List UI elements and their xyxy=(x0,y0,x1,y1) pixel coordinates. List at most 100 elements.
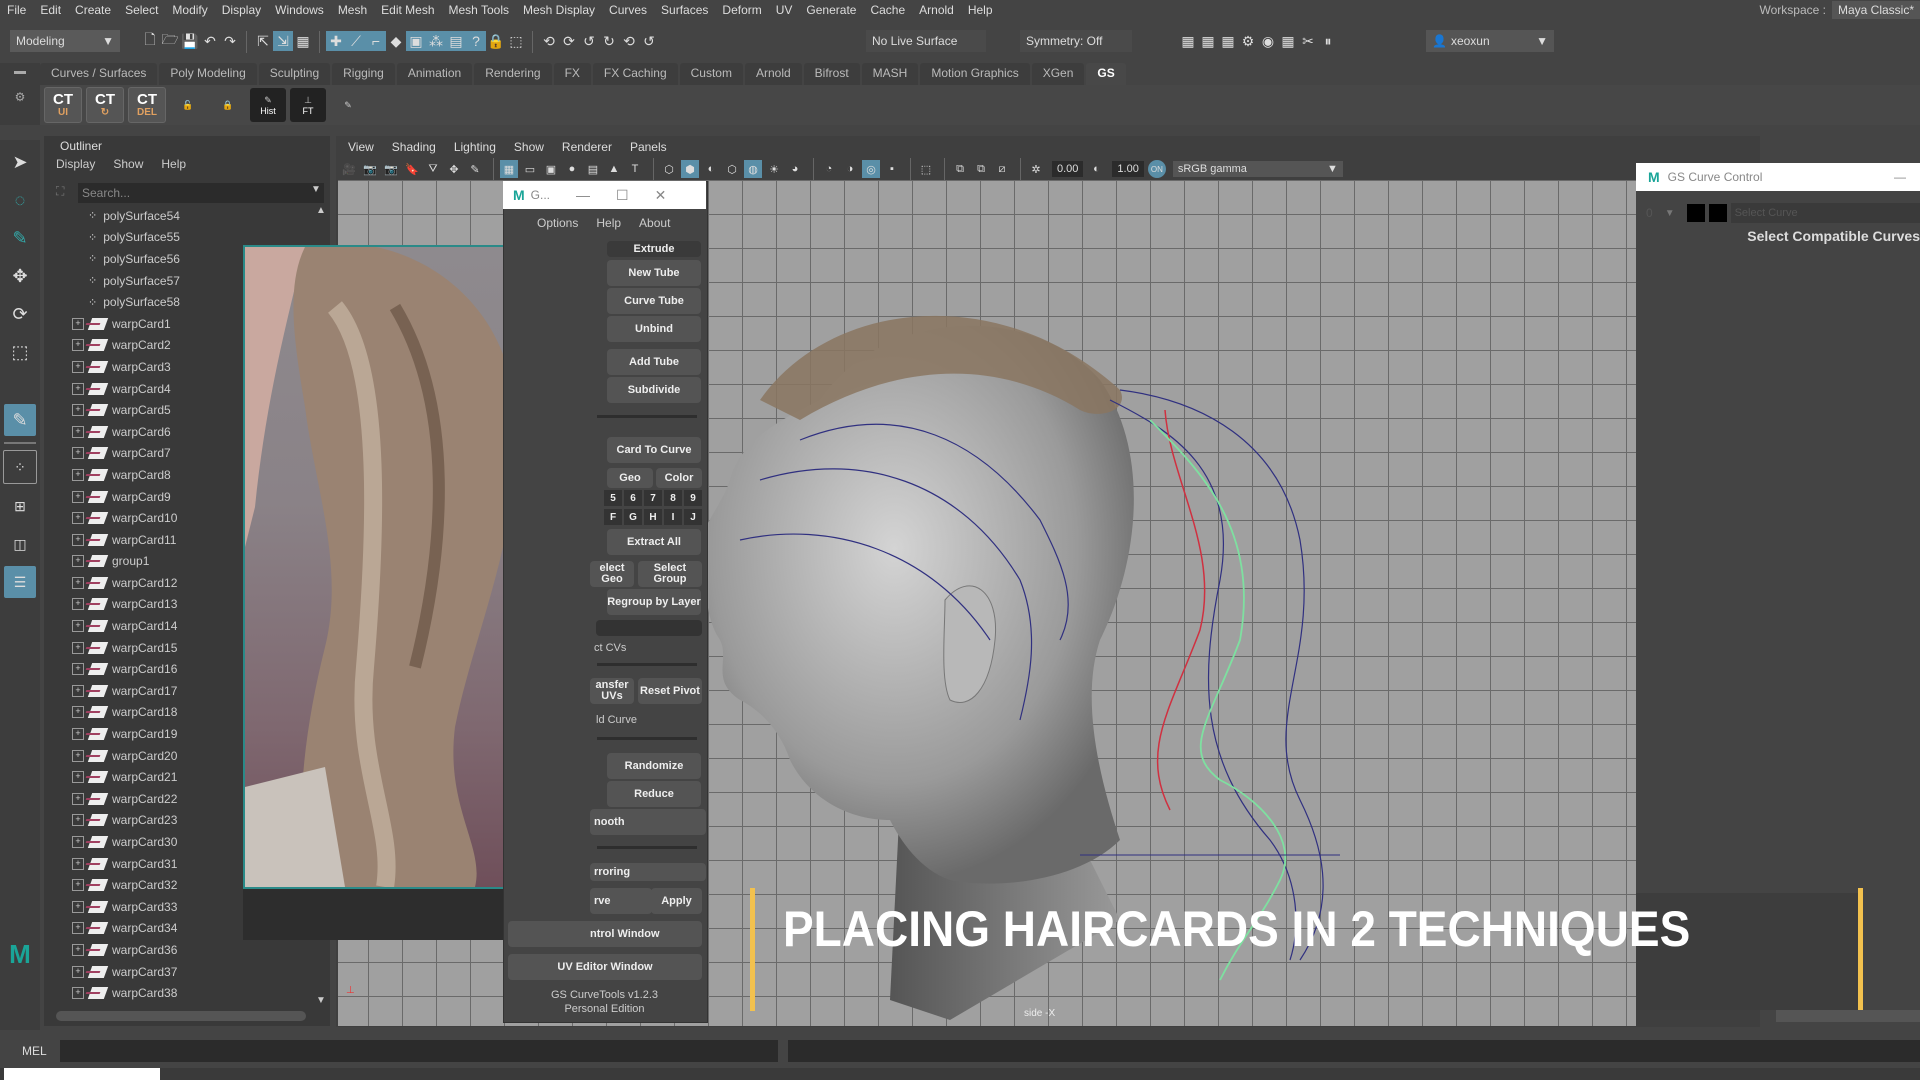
shelf-tab-poly-modeling[interactable]: Poly Modeling xyxy=(159,63,257,85)
outliner-item[interactable]: ⁘ polySurface54 xyxy=(56,205,316,227)
user-account-dropdown[interactable]: 👤 xeoxun ▼ xyxy=(1426,30,1554,52)
expand-icon[interactable]: + xyxy=(72,922,84,935)
shelf-tab-rigging[interactable]: Rigging xyxy=(332,63,395,85)
color-swatch-1[interactable] xyxy=(1686,204,1705,222)
layer-button[interactable]: F xyxy=(604,509,622,525)
safe-title-icon[interactable]: T xyxy=(626,160,644,178)
ipr-render-icon[interactable]: ▦ xyxy=(1218,31,1238,51)
new-tube-button[interactable]: New Tube xyxy=(607,260,701,286)
symmetry-dropdown[interactable]: Symmetry: Off xyxy=(1020,30,1132,52)
expand-icon[interactable]: + xyxy=(72,404,84,417)
shelf-menu-icon[interactable] xyxy=(14,71,26,74)
menu-uv[interactable]: UV xyxy=(769,3,800,17)
use-all-lights-icon[interactable]: ☀ xyxy=(765,160,783,178)
gate-mask-icon[interactable]: ● xyxy=(563,160,581,178)
lasso-shape-icon[interactable]: ⟲ xyxy=(619,31,639,51)
undo-icon[interactable]: ↶ xyxy=(200,31,220,51)
select-component-icon[interactable]: ▦ xyxy=(293,31,313,51)
mel-command-input[interactable] xyxy=(60,1040,778,1062)
smooth-shade-icon[interactable]: ⬢ xyxy=(681,160,699,178)
snap-view-plane-icon[interactable]: ▣ xyxy=(406,31,426,51)
shelf-tab-fx[interactable]: FX xyxy=(553,63,591,85)
expand-icon[interactable]: + xyxy=(72,425,84,438)
expand-icon[interactable]: + xyxy=(72,900,84,913)
layer-button[interactable]: H xyxy=(644,509,662,525)
regroup-by-layer-button[interactable]: Regroup by Layer xyxy=(607,589,701,615)
paint-select-tool-icon[interactable]: ✎ xyxy=(4,222,36,254)
expand-icon[interactable]: + xyxy=(72,684,84,697)
expand-icon[interactable]: + xyxy=(72,382,84,395)
expand-icon[interactable]: + xyxy=(72,576,84,589)
lasso-points-icon[interactable]: ↻ xyxy=(599,31,619,51)
extrude-button[interactable]: Extrude xyxy=(607,241,701,257)
outliner-menu-show[interactable]: Show xyxy=(113,157,143,171)
smooth-button[interactable]: nooth xyxy=(590,809,706,835)
layer-button[interactable]: 5 xyxy=(604,490,622,506)
layer-geo-toggle[interactable]: Geo xyxy=(607,468,653,488)
shelf-tab-sculpting[interactable]: Sculpting xyxy=(258,63,331,85)
four-view-layout-icon[interactable]: ⊞ xyxy=(4,490,36,522)
minimized-window[interactable] xyxy=(4,1068,160,1080)
expand-icon[interactable]: + xyxy=(72,512,84,525)
menu-surfaces[interactable]: Surfaces xyxy=(654,3,715,17)
reset-pivot-button[interactable]: Reset Pivot xyxy=(638,678,702,704)
unlock-icon[interactable]: 🔓 xyxy=(170,88,206,122)
menu-generate[interactable]: Generate xyxy=(799,3,863,17)
curve-control-scrollbar[interactable] xyxy=(1776,1010,1920,1022)
outliner-item[interactable]: + warpCard37 xyxy=(56,961,316,983)
expand-icon[interactable]: + xyxy=(72,814,84,827)
shelf-tab-animation[interactable]: Animation xyxy=(396,63,473,85)
image-plane-icon[interactable]: ⛛ xyxy=(424,160,442,178)
close-icon[interactable]: ✕ xyxy=(655,187,667,204)
lock-icon[interactable]: 🔒 xyxy=(210,88,246,122)
camera-select-icon[interactable]: 🎥 xyxy=(340,160,358,178)
select-curve-field[interactable]: Select Curve xyxy=(1730,203,1920,223)
menu-help[interactable]: Help xyxy=(961,3,1000,17)
expand-icon[interactable]: + xyxy=(72,533,84,546)
textured-icon[interactable]: ◍ xyxy=(744,160,762,178)
shadows-icon[interactable]: ◕ xyxy=(786,160,804,178)
menu-select[interactable]: Select xyxy=(118,3,165,17)
menu-edit-mesh[interactable]: Edit Mesh xyxy=(374,3,441,17)
exposure-field[interactable]: 0.00 xyxy=(1052,161,1084,177)
pause-icon[interactable]: ⏸ xyxy=(1318,31,1338,51)
expand-icon[interactable]: + xyxy=(72,749,84,762)
render-frame-icon[interactable]: ▦ xyxy=(1198,31,1218,51)
layer-button[interactable]: I xyxy=(664,509,682,525)
snap-curve-icon[interactable]: ⟋ xyxy=(346,31,366,51)
scroll-down-icon[interactable]: ▼ xyxy=(316,995,326,1006)
viewport-menu-panels[interactable]: Panels xyxy=(630,140,667,154)
layer-button[interactable]: 9 xyxy=(684,490,702,506)
reduce-button[interactable]: Reduce xyxy=(607,781,701,807)
scale-tool-icon[interactable]: ⬚ xyxy=(4,336,36,368)
menu-modify[interactable]: Modify xyxy=(165,3,214,17)
select-cvs-label[interactable]: ct CVs xyxy=(594,642,626,654)
menu-mesh-tools[interactable]: Mesh Tools xyxy=(442,3,516,17)
shelf-tab-arnold[interactable]: Arnold xyxy=(744,63,802,85)
layer-button[interactable]: 7 xyxy=(644,490,662,506)
snap-grid-icon[interactable]: ✚ xyxy=(326,31,346,51)
color-space-dropdown[interactable]: sRGB gamma ▼ xyxy=(1172,161,1343,177)
expand-icon[interactable]: + xyxy=(72,943,84,956)
menu-file[interactable]: File xyxy=(0,3,33,17)
ct-ui-icon[interactable]: CT UI xyxy=(44,87,82,123)
viewport-menu-shading[interactable]: Shading xyxy=(392,140,436,154)
film-gate-icon[interactable]: ▭ xyxy=(521,160,539,178)
freeze-transform-icon[interactable]: ⊥ FT xyxy=(290,88,326,122)
move-tool-icon[interactable]: ✥ xyxy=(4,260,36,292)
randomize-button[interactable]: Randomize xyxy=(607,753,701,779)
motion-blur-icon[interactable]: ◑ xyxy=(841,160,859,178)
minimize-icon[interactable]: — xyxy=(576,187,590,203)
shelf-tab-xgen[interactable]: XGen xyxy=(1031,63,1085,85)
grid-toggle-icon[interactable]: ▦ xyxy=(500,160,518,178)
menu-edit[interactable]: Edit xyxy=(33,3,68,17)
expand-icon[interactable]: + xyxy=(72,468,84,481)
menu-arnold[interactable]: Arnold xyxy=(912,3,961,17)
viewport-menu-view[interactable]: View xyxy=(348,140,374,154)
mirroring-toggle[interactable]: rroring xyxy=(590,863,706,881)
single-perspective-layout-icon[interactable]: ⁘ xyxy=(3,450,37,484)
outliner-item[interactable]: + warpCard36 xyxy=(56,939,316,961)
workspace-selector[interactable]: Workspace : Maya Classic* xyxy=(1760,0,1920,20)
menu-display[interactable]: Display xyxy=(215,3,268,17)
lasso-curve-icon[interactable]: ↺ xyxy=(579,31,599,51)
